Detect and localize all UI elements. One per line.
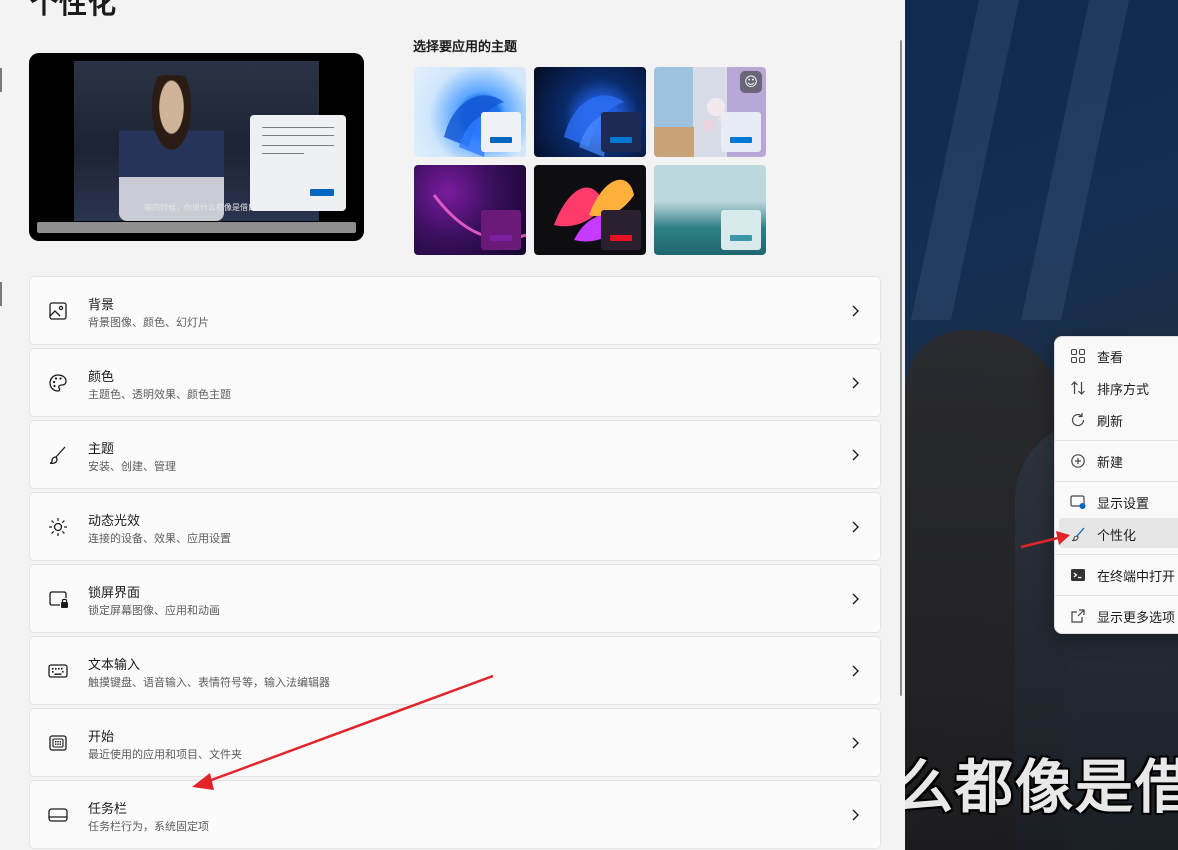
terminal-icon xyxy=(1071,569,1085,581)
scrollbar[interactable] xyxy=(900,40,902,696)
video-subtitle: 么都像是借口 xyxy=(905,753,1178,821)
settings-row-start[interactable]: 开始 最近使用的应用和项目、文件夹 xyxy=(29,708,881,777)
row-title: 文本输入 xyxy=(88,658,141,673)
row-title: 颜色 xyxy=(88,370,115,385)
menu-item-label: 排序方式 xyxy=(1097,383,1150,398)
preview-window xyxy=(250,115,346,211)
grid-icon xyxy=(1070,348,1086,364)
brush-icon xyxy=(49,446,66,465)
row-description: 背景图像、颜色、幻灯片 xyxy=(88,316,209,329)
nav-indicator xyxy=(0,282,2,306)
image-icon xyxy=(49,302,67,320)
row-title: 开始 xyxy=(88,730,115,745)
settings-row-dynamic-lighting[interactable]: 动态光效 连接的设备、效果、应用设置 xyxy=(29,492,881,561)
chevron-right-icon xyxy=(852,377,859,389)
chevron-right-icon xyxy=(852,521,859,533)
preview-subtitle: 输的时候，你说什么都像是借口 xyxy=(144,203,256,212)
chevron-right-icon xyxy=(852,737,859,749)
settings-row-taskbar[interactable]: 任务栏 任务栏行为，系统固定项 xyxy=(29,780,881,849)
settings-window: 个性化 输的时候，你说什么都像是借口 选择要应用的主题 ☺ 背景 背景图像、颜色… xyxy=(0,0,905,850)
display-settings-icon xyxy=(1070,495,1086,509)
menu-item-sort[interactable]: 排序方式 xyxy=(1059,372,1178,402)
row-description: 安装、创建、管理 xyxy=(88,460,176,473)
chevron-right-icon xyxy=(852,665,859,677)
chevron-right-icon xyxy=(852,449,859,461)
settings-row-lock-screen[interactable]: 锁屏界面 锁定屏幕图像、应用和动画 xyxy=(29,564,881,633)
nav-indicator xyxy=(0,68,2,92)
lock-screen-icon xyxy=(49,591,68,608)
chevron-right-icon xyxy=(852,809,859,821)
row-title: 动态光效 xyxy=(88,514,141,529)
palette-icon xyxy=(49,374,67,392)
menu-item-personalize[interactable]: 个性化 xyxy=(1059,518,1178,548)
page-title: 个性化 xyxy=(30,0,118,20)
menu-item-label: 显示更多选项 xyxy=(1097,611,1176,626)
menu-item-display-settings[interactable]: 显示设置 xyxy=(1059,486,1178,516)
theme-sunrise[interactable] xyxy=(654,165,766,255)
row-title: 任务栏 xyxy=(88,802,128,817)
menu-item-show-more-options[interactable]: 显示更多选项 xyxy=(1059,600,1178,630)
theme-windows-dark[interactable] xyxy=(534,67,646,157)
menu-item-view[interactable]: 查看 xyxy=(1059,340,1178,370)
menu-item-label: 查看 xyxy=(1097,351,1124,366)
chevron-right-icon xyxy=(852,305,859,317)
themes-heading: 选择要应用的主题 xyxy=(413,40,518,55)
menu-item-label: 在终端中打开 xyxy=(1097,570,1176,585)
taskbar-icon xyxy=(48,808,68,822)
menu-item-label: 显示设置 xyxy=(1097,497,1150,512)
row-description: 锁定屏幕图像、应用和动画 xyxy=(88,604,220,617)
desktop-preview: 输的时候，你说什么都像是借口 xyxy=(29,53,364,241)
refresh-icon xyxy=(1071,413,1085,427)
start-icon xyxy=(49,735,67,751)
row-title: 锁屏界面 xyxy=(88,586,141,601)
lighting-icon xyxy=(49,518,67,536)
row-title: 主题 xyxy=(88,442,115,457)
new-icon xyxy=(1071,454,1085,468)
chevron-right-icon xyxy=(852,593,859,605)
row-description: 主题色、透明效果、颜色主题 xyxy=(88,388,231,401)
theme-captured-motion[interactable] xyxy=(414,165,526,255)
menu-item-label: 新建 xyxy=(1097,456,1124,471)
row-description: 任务栏行为，系统固定项 xyxy=(88,820,209,833)
settings-row-text-input[interactable]: 文本输入 触摸键盘、语音输入、表情符号等，输入法编辑器 xyxy=(29,636,881,705)
keyboard-icon xyxy=(48,664,68,678)
theme-flow[interactable] xyxy=(534,165,646,255)
menu-item-label: 刷新 xyxy=(1097,415,1124,430)
preview-taskbar xyxy=(37,222,356,233)
settings-row-background[interactable]: 背景 背景图像、颜色、幻灯片 xyxy=(29,276,881,345)
ai-badge-icon: ☺ xyxy=(740,71,762,93)
settings-row-colors[interactable]: 颜色 主题色、透明效果、颜色主题 xyxy=(29,348,881,417)
menu-item-new[interactable]: 新建 xyxy=(1059,445,1178,475)
theme-glow[interactable]: ☺ xyxy=(654,67,766,157)
menu-item-refresh[interactable]: 刷新 xyxy=(1059,404,1178,434)
row-title: 背景 xyxy=(88,298,115,313)
desktop-context-menu: 查看 排序方式 刷新 新建 显示设置 个性化 在终端中打开 显示更多选项 xyxy=(1054,336,1178,634)
menu-item-open-terminal[interactable]: 在终端中打开 xyxy=(1059,559,1178,589)
row-description: 触摸键盘、语音输入、表情符号等，输入法编辑器 xyxy=(88,676,330,689)
menu-item-label: 个性化 xyxy=(1097,529,1137,544)
theme-windows-light[interactable] xyxy=(414,67,526,157)
row-description: 最近使用的应用和项目、文件夹 xyxy=(88,748,242,761)
more-options-icon xyxy=(1071,609,1085,623)
row-description: 连接的设备、效果、应用设置 xyxy=(88,532,231,545)
settings-row-themes[interactable]: 主题 安装、创建、管理 xyxy=(29,420,881,489)
sort-icon xyxy=(1071,381,1085,395)
brush-icon xyxy=(1071,527,1085,542)
